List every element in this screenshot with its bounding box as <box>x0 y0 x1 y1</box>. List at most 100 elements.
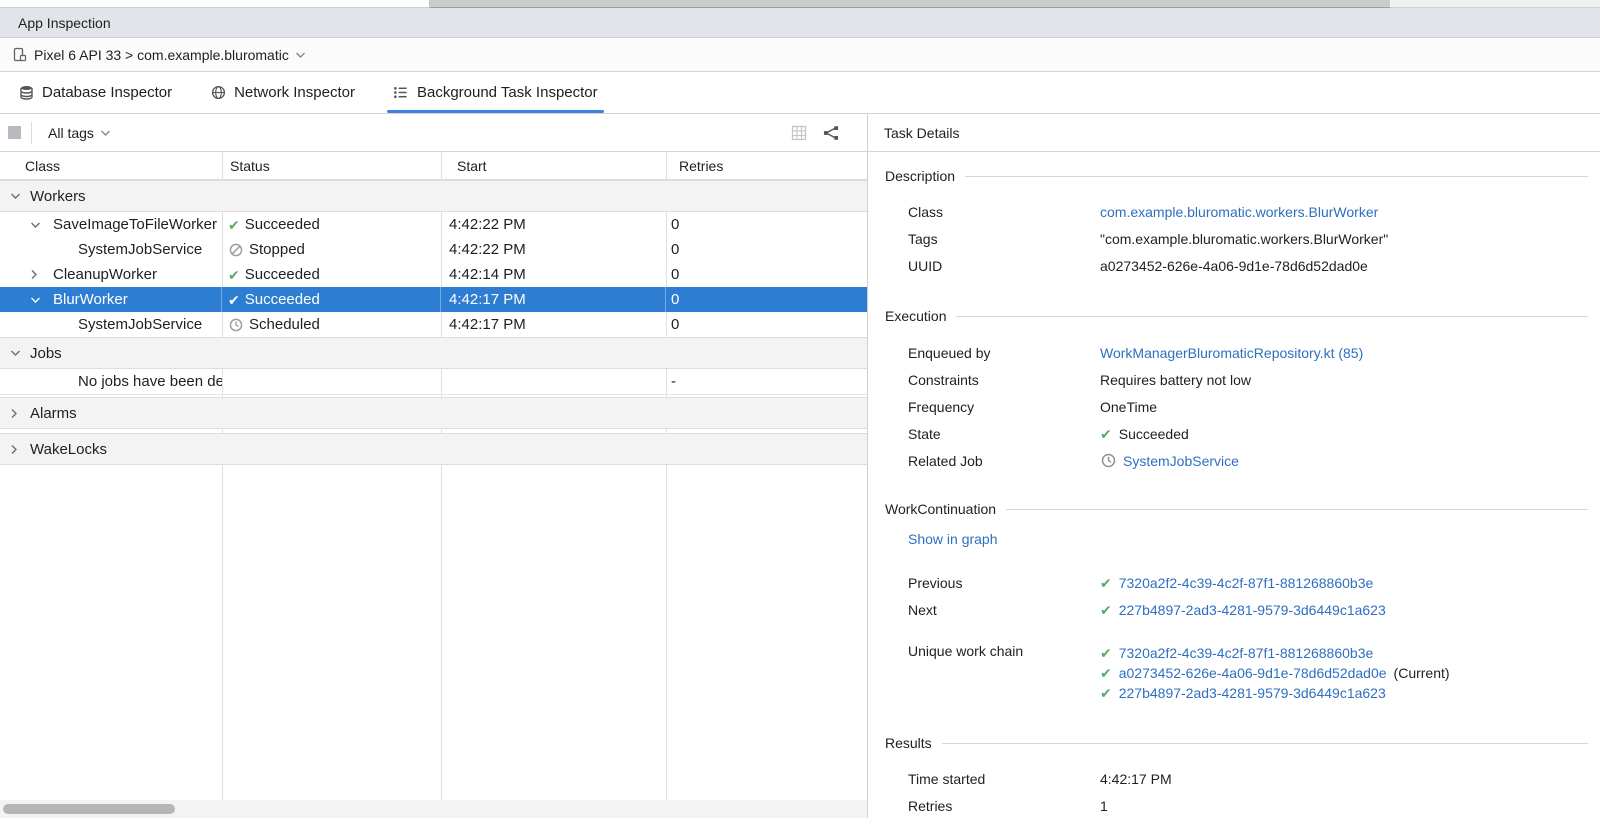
scrollbar-thumb[interactable] <box>3 804 175 814</box>
group-label: Alarms <box>30 405 77 422</box>
active-tab-underline <box>387 110 604 113</box>
succeeded-check-icon: ✔ <box>1100 646 1112 660</box>
worker-start-time: 4:42:14 PM <box>441 262 666 287</box>
column-header-class[interactable]: Class <box>0 158 222 174</box>
chevron-down-icon <box>295 51 306 59</box>
previous-work-link[interactable]: 7320a2f2-4c39-4c2f-87f1-881268860b3e <box>1119 575 1374 591</box>
related-job-link[interactable]: SystemJobService <box>1123 453 1239 469</box>
tab-label: Database Inspector <box>42 84 172 101</box>
all-tags-dropdown[interactable]: All tags <box>42 125 111 141</box>
detail-row-unique-work-chain: Unique work chain ✔ 7320a2f2-4c39-4c2f-8… <box>868 643 1600 703</box>
table-row[interactable]: SystemJobService Stopped 4:42:22 PM 0 <box>0 237 867 262</box>
detail-row-tags: Tags "com.example.bluromatic.workers.Blu… <box>868 225 1600 252</box>
chain-suffix: (Current) <box>1394 665 1450 681</box>
group-row-workers[interactable]: Workers <box>0 180 867 212</box>
worker-class: CleanupWorker <box>53 266 157 283</box>
table-row[interactable]: SaveImageToFileWorker ✔ Succeeded 4:42:2… <box>0 212 867 237</box>
chevron-right-icon <box>10 408 23 419</box>
table-row[interactable]: CleanupWorker ✔ Succeeded 4:42:14 PM 0 <box>0 262 867 287</box>
top-strip-right <box>1390 0 1600 8</box>
empty-jobs-message: No jobs have been detected. <box>78 373 222 390</box>
detail-label: State <box>908 426 1100 442</box>
worker-class: SystemJobService <box>78 241 202 258</box>
show-in-graph-link[interactable]: Show in graph <box>908 531 998 551</box>
tab-background-task-inspector[interactable]: Background Task Inspector <box>389 72 602 113</box>
column-header-retries[interactable]: Retries <box>666 158 867 174</box>
chevron-down-icon <box>10 192 23 200</box>
section-title-workcontinuation: WorkContinuation <box>868 499 1600 519</box>
uuid-value: a0273452-626e-4a06-9d1e-78d6d52dad0e <box>1100 258 1368 274</box>
tab-label: Background Task Inspector <box>417 84 598 101</box>
chain-work-link[interactable]: a0273452-626e-4a06-9d1e-78d6d52dad0e <box>1119 665 1387 681</box>
detail-label: Constraints <box>908 372 1100 388</box>
detail-row-enqueued-by: Enqueued by WorkManagerBluromaticReposit… <box>868 339 1600 366</box>
worker-status: Succeeded <box>245 216 320 233</box>
worker-retries: 0 <box>666 237 867 262</box>
worker-class: SaveImageToFileWorker <box>53 216 217 233</box>
chain-item-current: ✔ a0273452-626e-4a06-9d1e-78d6d52dad0e (… <box>1100 663 1450 683</box>
table-row-selected[interactable]: BlurWorker ✔ Succeeded 4:42:17 PM 0 <box>0 287 867 312</box>
constraints-value: Requires battery not low <box>1100 372 1251 388</box>
worker-status: Stopped <box>249 241 305 258</box>
worker-start-time: 4:42:22 PM <box>441 212 666 237</box>
section-title-description: Description <box>868 166 1600 186</box>
worker-class: BlurWorker <box>53 291 128 308</box>
chevron-right-icon <box>30 269 43 280</box>
horizontal-scrollbar[interactable] <box>0 800 867 818</box>
detail-row-next: Next ✔ 227b4897-2ad3-4281-9579-3d6449c1a… <box>868 596 1600 623</box>
worker-retries: 0 <box>666 287 867 312</box>
table-row[interactable]: SystemJobService Scheduled 4:42:17 PM 0 <box>0 312 867 337</box>
stop-inspector-icon[interactable] <box>8 126 21 139</box>
empty-jobs-retries: - <box>666 369 867 394</box>
enqueued-by-link[interactable]: WorkManagerBluromaticRepository.kt (85) <box>1100 345 1363 361</box>
detail-row-uuid: UUID a0273452-626e-4a06-9d1e-78d6d52dad0… <box>868 252 1600 279</box>
chain-item: ✔ 7320a2f2-4c39-4c2f-87f1-881268860b3e <box>1100 643 1450 663</box>
tab-network-inspector[interactable]: Network Inspector <box>206 72 359 113</box>
chevron-down-icon <box>30 296 43 304</box>
task-details-panel: Task Details Description Class com.examp… <box>868 114 1600 818</box>
task-details-title: Task Details <box>884 125 959 141</box>
column-header-start[interactable]: Start <box>441 158 666 174</box>
worker-retries: 0 <box>666 312 867 337</box>
tags-value: "com.example.bluromatic.workers.BlurWork… <box>1100 231 1388 247</box>
scheduled-clock-icon <box>228 317 244 333</box>
class-link[interactable]: com.example.bluromatic.workers.BlurWorke… <box>1100 204 1378 220</box>
detail-row-time-started: Time started 4:42:17 PM <box>868 765 1600 792</box>
worker-status: Succeeded <box>245 291 320 308</box>
column-header-status[interactable]: Status <box>222 158 441 174</box>
detail-label: UUID <box>908 258 1100 274</box>
group-row-wakelocks[interactable]: WakeLocks <box>0 433 867 465</box>
inspector-tab-bar: Database Inspector Network Inspector Bac… <box>0 72 1600 114</box>
scheduled-clock-icon <box>1100 453 1116 469</box>
globe-icon <box>210 85 226 101</box>
next-work-link[interactable]: 227b4897-2ad3-4281-9579-3d6449c1a623 <box>1119 602 1386 618</box>
detail-row-state: State ✔ Succeeded <box>868 420 1600 447</box>
all-tags-label: All tags <box>48 125 94 141</box>
chain-work-link[interactable]: 227b4897-2ad3-4281-9579-3d6449c1a623 <box>1119 685 1386 701</box>
task-table-panel: All tags Class Status Start <box>0 114 868 818</box>
detail-label: Related Job <box>908 453 1100 469</box>
group-label: WakeLocks <box>30 441 107 458</box>
chevron-down-icon <box>10 349 23 357</box>
tab-database-inspector[interactable]: Database Inspector <box>14 72 176 113</box>
frequency-value: OneTime <box>1100 399 1157 415</box>
group-row-jobs[interactable]: Jobs <box>0 337 867 369</box>
graph-view-icon[interactable] <box>823 125 839 141</box>
worker-status: Succeeded <box>245 266 320 283</box>
worker-retries: 0 <box>666 212 867 237</box>
group-label: Jobs <box>30 345 62 362</box>
tab-label: Network Inspector <box>234 84 355 101</box>
table-view-icon[interactable] <box>791 125 807 141</box>
chevron-down-icon <box>30 221 43 229</box>
section-title-execution: Execution <box>868 306 1600 326</box>
group-row-alarms[interactable]: Alarms <box>0 397 867 429</box>
task-list-icon <box>393 85 409 101</box>
table-header-row: Class Status Start Retries <box>0 152 867 180</box>
section-title-results: Results <box>868 733 1600 753</box>
detail-label: Frequency <box>908 399 1100 415</box>
worker-retries: 0 <box>666 262 867 287</box>
process-selector-bar[interactable]: Pixel 6 API 33 > com.example.bluromatic <box>0 38 1600 72</box>
chain-work-link[interactable]: 7320a2f2-4c39-4c2f-87f1-881268860b3e <box>1119 645 1374 661</box>
detail-row-class: Class com.example.bluromatic.workers.Blu… <box>868 198 1600 225</box>
detail-row-related-job: Related Job SystemJobService <box>868 447 1600 474</box>
